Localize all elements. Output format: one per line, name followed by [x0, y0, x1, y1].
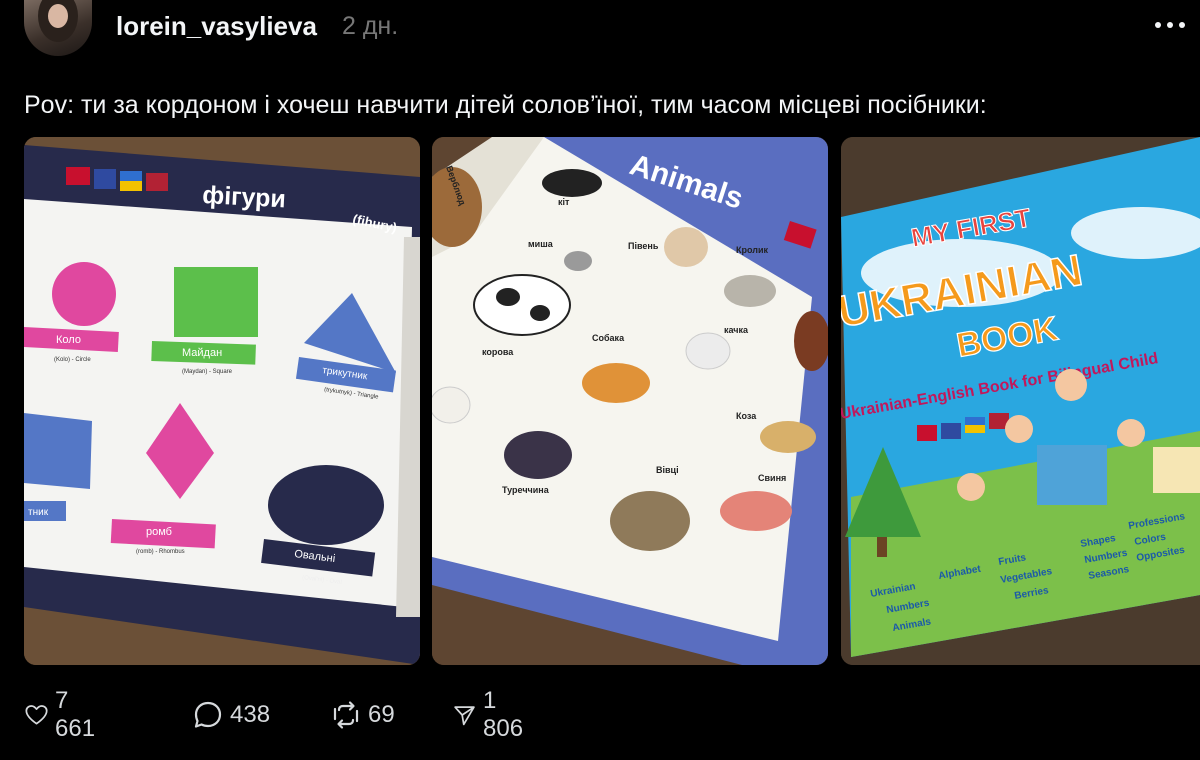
like-count: 7 661	[55, 687, 96, 742]
cat-label: кіт	[558, 197, 570, 207]
dog-figure	[582, 363, 650, 403]
avatar-face	[48, 4, 68, 28]
repost-count: 69	[368, 701, 395, 728]
goose-figure	[432, 386, 471, 424]
square-shape	[174, 267, 258, 337]
post-image-book[interactable]: MY FIRST UKRAINIAN BOOK Ukrainian-Englis…	[841, 137, 1200, 665]
rhombus-sublabel: (romb) - Rhombus	[136, 549, 185, 555]
circle-shape	[52, 262, 116, 326]
rhombus-label: ромб	[146, 526, 172, 538]
post-image-shapes[interactable]: фігури (fihury) Коло (Kolo) - Circle Май…	[24, 137, 420, 665]
goat-label: Коза	[736, 411, 757, 421]
rectangle-label: тник	[28, 507, 49, 518]
share-icon	[454, 706, 475, 726]
cow-label: корова	[482, 347, 514, 357]
repost-button[interactable]: 69	[330, 697, 395, 733]
heart-icon	[25, 705, 48, 725]
rooster-figure	[664, 227, 708, 267]
square-sublabel: (Maydan) - Square	[182, 369, 233, 375]
username[interactable]: lorein_vasylieva	[116, 11, 317, 42]
flag-ua-icon	[965, 417, 985, 425]
rabbit-figure	[724, 275, 776, 307]
rabbit-label: Кролик	[736, 245, 769, 255]
post-text: Pov: ти за кордоном і хочеш навчити діте…	[24, 91, 987, 119]
share-count: 1 806	[483, 687, 524, 742]
books-stack	[1037, 445, 1107, 505]
post-image-animals[interactable]: Верблюд Animals кіт миша Півень Кролик к…	[432, 137, 828, 665]
child-figure	[1055, 369, 1087, 401]
square-label: Майдан	[182, 347, 222, 359]
post-time: 2 дн.	[342, 12, 399, 40]
sheep-figure	[610, 491, 690, 551]
mouse-figure	[564, 251, 592, 271]
flag-uk-icon	[917, 425, 937, 441]
mouse-label: миша	[528, 239, 554, 249]
repost-icon	[333, 701, 359, 729]
rooster-label: Півень	[628, 241, 659, 251]
cat-figure	[542, 169, 602, 197]
oval-shape	[268, 465, 384, 545]
cow-figure	[473, 274, 571, 336]
circle-sublabel: (Kolo) - Circle	[54, 357, 91, 363]
sheep-label: Вівці	[656, 465, 679, 475]
like-button[interactable]: 7 661	[24, 687, 102, 742]
pig-label: Свиня	[758, 473, 786, 483]
share-button[interactable]: 1 806	[452, 687, 530, 742]
comment-button[interactable]: 438	[192, 697, 270, 733]
flag-us-icon	[146, 173, 168, 191]
rectangle-shape	[24, 413, 92, 489]
turkey-label: Туреччина	[502, 485, 550, 495]
flag-eu-icon	[94, 169, 116, 189]
more-icon[interactable]	[1148, 10, 1192, 40]
flag-uk-icon	[66, 167, 90, 185]
flag-ua-icon	[120, 171, 142, 181]
comment-count: 438	[230, 701, 271, 728]
shapes-title: фігури	[202, 181, 287, 213]
turkey-figure	[504, 431, 572, 479]
duck-label: качка	[724, 325, 749, 335]
avatar[interactable]	[24, 0, 92, 56]
dog-label: Собака	[592, 333, 625, 343]
flag-eu-icon	[941, 423, 961, 439]
goat-figure	[760, 421, 816, 453]
pig-figure	[720, 491, 792, 531]
comment-icon	[194, 701, 222, 728]
circle-label: Коло	[56, 334, 81, 346]
duck-figure	[685, 332, 731, 370]
